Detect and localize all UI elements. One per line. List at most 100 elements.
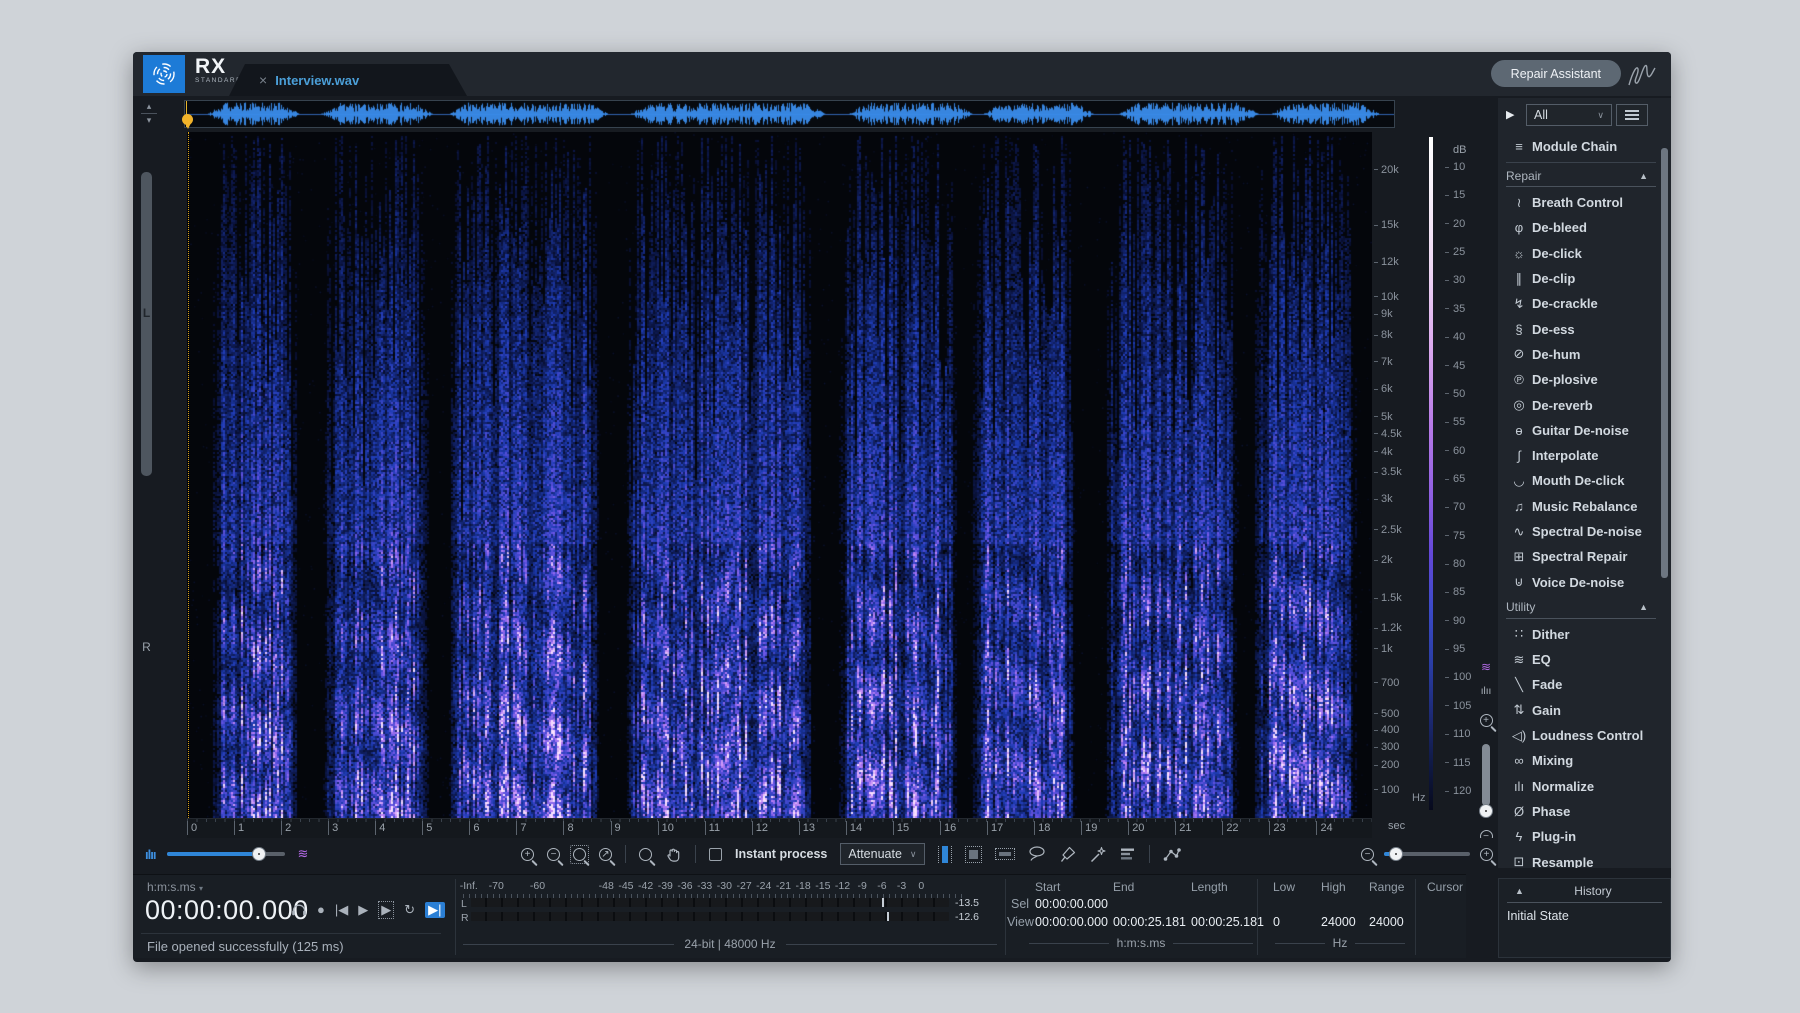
file-tab[interactable]: × Interview.wav [229, 64, 467, 96]
monitor-headphones-icon[interactable] [291, 903, 307, 917]
history-header[interactable]: ▲ History [1507, 884, 1662, 903]
zoom-selection-button[interactable] [573, 848, 586, 861]
view-length-value[interactable]: 00:00:25.181 [1191, 915, 1264, 929]
spectrogram-blend-icon[interactable]: ≋ [297, 846, 308, 862]
preview-play-icon[interactable]: ▶ [1506, 108, 1514, 121]
loop-playback-button[interactable]: ↻ [404, 902, 415, 918]
horizontal-zoom-out-button[interactable]: − [1361, 848, 1374, 861]
play-selection-button[interactable]: ▶ [378, 901, 394, 919]
module-item-phase[interactable]: ØPhase [1498, 799, 1664, 824]
play-button[interactable]: ▶ [358, 902, 368, 918]
module-filter-select[interactable]: All ∨ [1526, 104, 1612, 126]
horizontal-zoom-in-button[interactable]: + [1480, 848, 1493, 861]
freq-high-value[interactable]: 24000 [1321, 915, 1356, 929]
history-item[interactable]: Initial State [1507, 907, 1569, 925]
module-item-mouth-de-click[interactable]: ◡Mouth De-click [1498, 468, 1664, 493]
waveform-view-icon[interactable]: ılıı [1475, 686, 1497, 697]
module-item-voice-de-noise[interactable]: ⊍Voice De-noise [1498, 569, 1664, 594]
module-item-de-reverb[interactable]: ◎De-reverb [1498, 392, 1664, 417]
module-item-de-clip[interactable]: ∥De-clip [1498, 266, 1664, 291]
module-item-de-ess[interactable]: §De-ess [1498, 316, 1664, 341]
zoom-in-button[interactable]: + [521, 848, 534, 861]
tab-close-icon[interactable]: × [259, 72, 267, 88]
module-item-spectral-repair[interactable]: ⊞Spectral Repair [1498, 544, 1664, 569]
module-item-interpolate[interactable]: ∫Interpolate [1498, 443, 1664, 468]
record-button[interactable]: ● [317, 902, 325, 918]
module-item-normalize[interactable]: ılıNormalize [1498, 774, 1664, 799]
module-item-fade[interactable]: ╲Fade [1498, 672, 1664, 697]
module-item-eq[interactable]: ≋EQ [1498, 647, 1664, 672]
section-header-repair[interactable]: Repair▲ [1506, 165, 1656, 187]
horizontal-zoom-knob[interactable] [1389, 847, 1403, 861]
hand-tool[interactable] [665, 846, 682, 863]
module-item-spectral-de-noise[interactable]: ∿Spectral De-noise [1498, 519, 1664, 544]
zoom-in-icon[interactable]: + [1480, 714, 1493, 727]
vertical-scale-widget[interactable]: ▴ ▾ [139, 102, 159, 130]
section-header-utility[interactable]: Utility▲ [1506, 597, 1656, 619]
module-item-de-click[interactable]: ☼De-click [1498, 241, 1664, 266]
module-item-de-bleed[interactable]: φDe-bleed [1498, 215, 1664, 240]
time-format-selector[interactable]: h:m:s.ms ▾ [147, 880, 203, 894]
module-item-music-rebalance[interactable]: ♫Music Rebalance [1498, 494, 1664, 519]
module-item-loudness-control[interactable]: ◁)Loudness Control [1498, 723, 1664, 748]
module-item-guitar-de-noise[interactable]: ɵGuitar De-noise [1498, 418, 1664, 443]
collapse-arrow-icon[interactable]: ▲ [1639, 602, 1648, 612]
time-ruler[interactable]: 0123456789101112131415161718192021222324 [187, 818, 1372, 838]
skip-to-start-button[interactable]: |◀ [335, 902, 348, 918]
playhead-marker[interactable] [182, 114, 194, 132]
play-direct-monitor-button[interactable]: ▶| [425, 902, 444, 918]
view-start-value[interactable]: 00:00:00.000 [1035, 915, 1108, 929]
time-selection-tool[interactable] [938, 846, 952, 863]
chevron-down-icon[interactable]: ▾ [139, 116, 159, 125]
chevron-up-icon[interactable]: ▴ [139, 102, 159, 111]
overview-waveform[interactable] [185, 101, 1394, 127]
freq-range-value[interactable]: 24000 [1369, 915, 1404, 929]
zoom-out-button[interactable]: − [547, 848, 560, 861]
instant-process-checkbox[interactable] [709, 848, 722, 861]
playhead-line[interactable] [188, 132, 189, 818]
magnify-tool[interactable] [639, 848, 652, 861]
spectrogram-canvas[interactable] [187, 132, 1372, 818]
signature-scribble-icon[interactable] [1625, 59, 1659, 89]
module-item-mixing[interactable]: ∞Mixing [1498, 748, 1664, 773]
magic-wand-tool[interactable] [1089, 846, 1107, 863]
horizontal-zoom-slider[interactable] [1384, 852, 1470, 856]
sel-start-value[interactable]: 00:00:00.000 [1035, 897, 1108, 911]
module-panel-scrollbar[interactable] [1661, 148, 1668, 578]
module-chain-item[interactable]: ≡ Module Chain [1498, 132, 1664, 160]
module-item-breath-control[interactable]: ≀Breath Control [1498, 190, 1664, 215]
freq-low-value[interactable]: 0 [1273, 915, 1280, 929]
draw-curve-tool[interactable] [1163, 847, 1181, 862]
lasso-tool[interactable] [1028, 846, 1046, 862]
spectrogram-display[interactable] [187, 132, 1372, 818]
module-item-plug-in[interactable]: ϟPlug-in [1498, 824, 1664, 849]
find-similar-tool[interactable] [1120, 846, 1136, 862]
blend-slider-knob[interactable] [252, 847, 266, 861]
collapse-arrow-icon[interactable]: ▲ [1515, 886, 1524, 896]
waveform-spectrogram-blend-slider[interactable] [167, 852, 285, 856]
spectrogram-view-icon[interactable]: ≋ [1475, 660, 1497, 674]
time-frequency-selection-tool[interactable] [965, 846, 982, 863]
module-item-resample[interactable]: ⊡Resample [1498, 849, 1664, 868]
vertical-zoom-in-button[interactable]: + [1475, 712, 1497, 730]
waveform-blend-icon[interactable]: ılıı [145, 847, 155, 862]
frequency-axis[interactable]: Hz 20k15k12k10k9k8k7k6k5k4.5k4k3.5k3k2.5… [1374, 132, 1426, 818]
vertical-scrollbar-thumb[interactable] [141, 172, 152, 476]
level-meters-section[interactable]: L R -13.5 -12.6 24-bit | 48000 Hz -Inf.-… [455, 875, 1005, 959]
module-item-de-crackle[interactable]: ↯De-crackle [1498, 291, 1664, 316]
zoom-fit-button[interactable]: ↗ [599, 848, 612, 861]
view-end-value[interactable]: 00:00:25.181 [1113, 915, 1186, 929]
waveform-overview-strip[interactable] [184, 100, 1395, 128]
module-menu-button[interactable] [1616, 104, 1648, 126]
collapse-arrow-icon[interactable]: ▲ [1639, 171, 1648, 181]
tab-label[interactable]: Interview.wav [275, 73, 359, 88]
brush-tool[interactable] [1059, 846, 1076, 863]
module-item-de-plosive[interactable]: ℗De-plosive [1498, 367, 1664, 392]
frequency-selection-tool[interactable] [995, 848, 1015, 860]
vertical-zoom-slider[interactable] [1482, 744, 1490, 806]
vertical-zoom-knob[interactable] [1479, 804, 1493, 818]
module-item-dither[interactable]: ∷Dither [1498, 622, 1664, 647]
module-item-de-hum[interactable]: ⊘De-hum [1498, 342, 1664, 367]
playhead-time-display[interactable]: 00:00:00.000 [145, 895, 309, 926]
module-item-gain[interactable]: ⇅Gain [1498, 698, 1664, 723]
